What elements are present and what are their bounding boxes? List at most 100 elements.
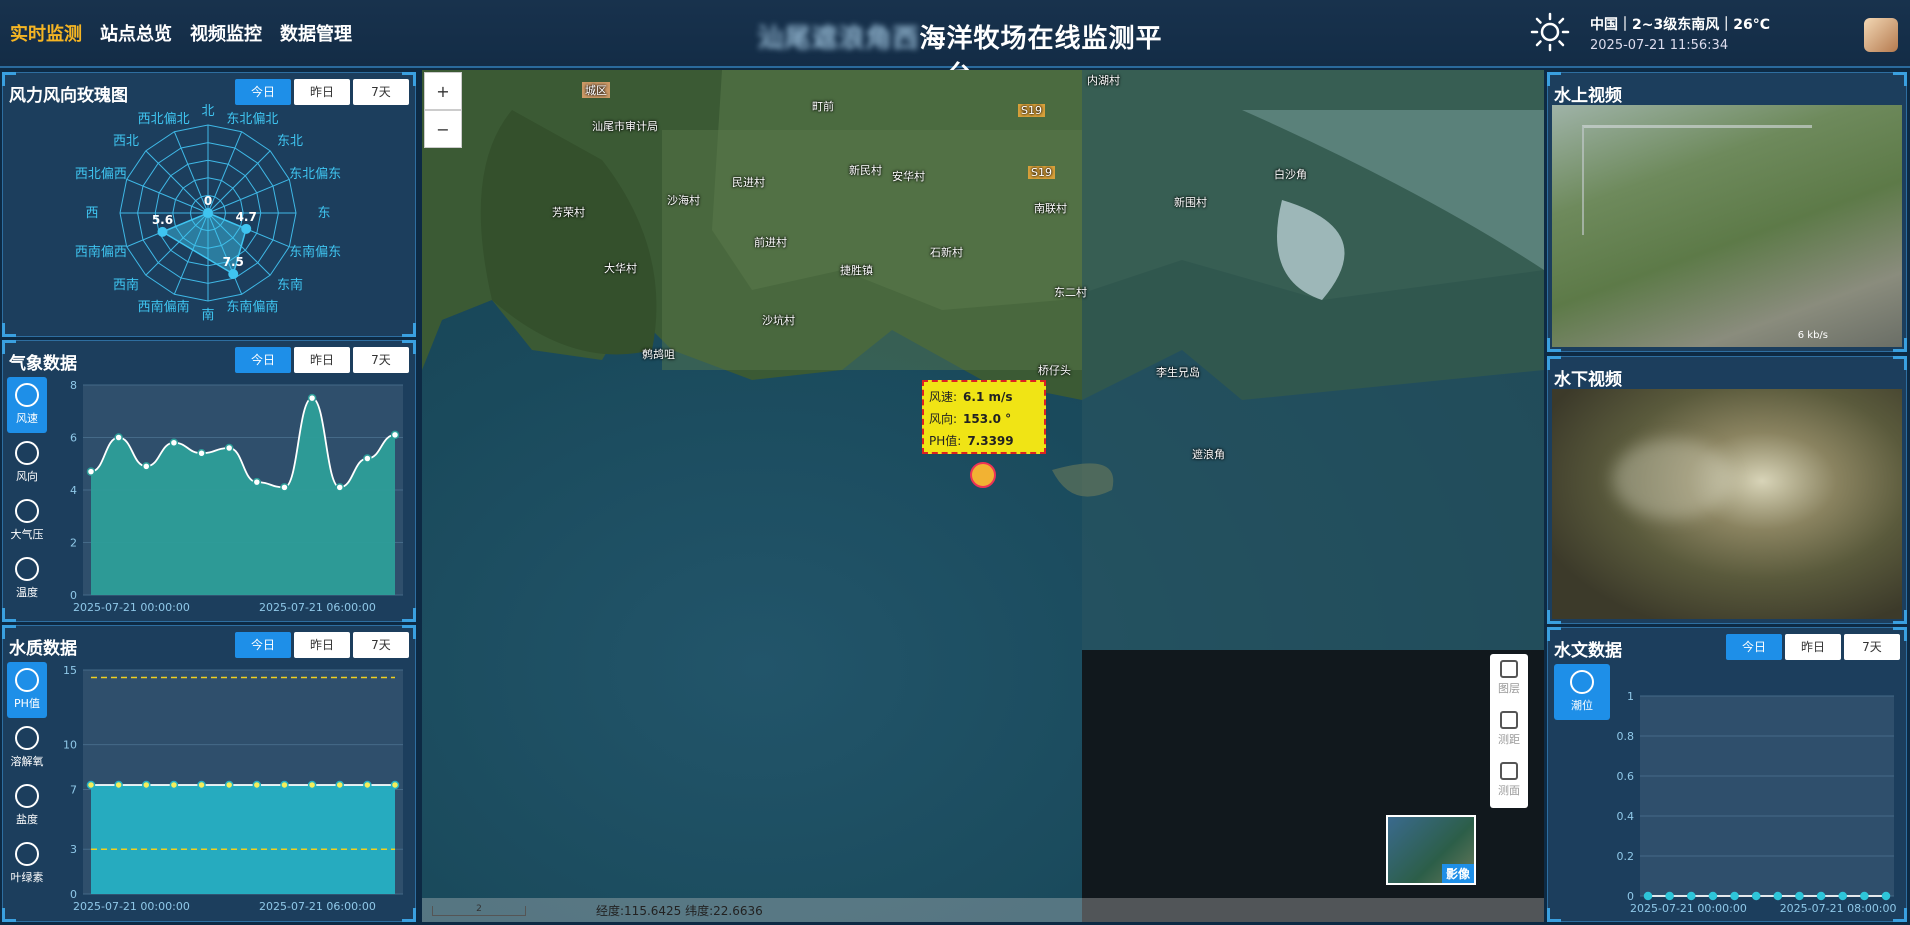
rose-point [241,223,252,234]
tab-7days[interactable]: 7天 [353,632,409,658]
map-label: 白沙角 [1274,168,1307,181]
metric-salinity[interactable]: 盐度 [7,778,47,834]
nav-data-management[interactable]: 数据管理 [280,20,352,46]
data-point [1643,891,1653,901]
tab-yesterday[interactable]: 昨日 [1785,634,1841,660]
y-tick-label: 7 [70,783,77,796]
video-bitrate: 6 kb/s [1797,330,1828,341]
metric-wind-speed[interactable]: 风速 [7,377,47,433]
nav-realtime[interactable]: 实时监测 [10,20,82,46]
rose-direction-label: 东北偏北 [226,112,278,127]
y-tick-label: 15 [63,664,77,677]
data-point [1773,891,1783,901]
y-tick-label: 6 [70,432,77,445]
data-point [390,780,400,790]
water-quality-tabs: 今日 昨日 7天 [235,632,409,658]
top-header: 实时监测 站点总览 视频监控 数据管理 汕尾遮浪角西海洋牧场在线监测平台 中国｜… [0,0,1910,91]
weather-metric-list: 风速 风向 大气压 温度 [7,377,47,609]
y-tick-label: 1 [1627,690,1634,703]
x-tick-label: 2025-07-21 00:00:00 [73,900,190,913]
tab-today[interactable]: 今日 [235,347,291,373]
data-point [252,477,262,487]
tab-7days[interactable]: 7天 [353,79,409,105]
weather-data-panel: 气象数据 今日 昨日 7天 风速 风向 大气压 温度 0 2 4 6 8 2025-07-… [2,340,416,622]
rose-direction-label: 西北偏北 [138,112,190,127]
nav-video-monitor[interactable]: 视频监控 [190,20,262,46]
weather-data-title: 气象数据 [9,354,77,374]
underwater-video[interactable] [1552,389,1902,619]
rose-point [228,268,239,279]
zoom-out-button[interactable]: − [424,110,462,148]
satellite-map[interactable]: 城区 汕尾市审计局 町前 内湖村 芳荣村 沙海村 民进村 新民村 安华村 白沙角… [422,70,1544,922]
metric-tide-level[interactable]: 潮位 [1554,664,1610,720]
data-point [252,780,262,790]
rose-grid-spoke [207,150,271,214]
data-point [1751,891,1761,901]
series-area [91,784,395,894]
hydrology-panel: 水文数据 今日 昨日 7天 潮位 0 0.2 0.4 0.6 0.8 1 2025-07-2… [1547,627,1907,922]
map-label: 芳荣村 [552,206,585,219]
tide-chart: 00.20.40.60.812025-07-21 00:00:00 2025-07… [1617,690,1897,915]
rose-direction-label: 东 [317,206,330,221]
underwater-video-panel: 水下视频 [1547,356,1907,624]
above-water-video[interactable]: 6 kb/s [1552,105,1902,347]
tab-today[interactable]: 今日 [235,632,291,658]
tab-7days[interactable]: 7天 [1844,634,1900,660]
x-tick-label: 2025-07-21 00:00:00 [73,601,190,614]
data-point [1795,891,1804,901]
distance-tool-button[interactable]: 测距 [1490,705,1528,756]
ph-icon [15,668,39,692]
metric-pressure[interactable]: 大气压 [7,493,47,549]
plot-background [1640,696,1894,896]
tab-today[interactable]: 今日 [235,79,291,105]
area-tool-button[interactable]: 测面 [1490,756,1528,807]
metric-temperature[interactable]: 温度 [7,551,47,607]
chlorophyll-icon [15,842,39,866]
metric-ph[interactable]: PH值 [7,662,47,718]
y-tick-label: 0.2 [1617,850,1635,863]
wind-rose-panel: 风力风向玫瑰图 今日 昨日 7天 北东北偏北 东北 东北偏东东东南偏东 东南 东南偏南南… [2,72,416,337]
map-label: 前进村 [754,236,787,249]
rose-grid-spoke [145,150,209,214]
tab-yesterday[interactable]: 昨日 [294,79,350,105]
data-point [114,433,123,442]
metric-wind-direction[interactable]: 风向 [7,435,47,491]
map-label: 遮浪角 [1192,448,1225,461]
above-water-video-title: 水上视频 [1554,86,1622,106]
data-point [307,393,317,403]
tab-today[interactable]: 今日 [1726,634,1782,660]
data-point [169,438,179,447]
data-point [224,443,234,453]
y-tick-label: 0.8 [1617,730,1635,743]
buoy-marker-icon[interactable] [970,462,996,488]
tab-7days[interactable]: 7天 [353,347,409,373]
blur-shape [1612,439,1732,519]
layer-tool-button[interactable]: 图层 [1490,654,1528,705]
tab-yesterday[interactable]: 昨日 [294,632,350,658]
water-quality-panel: 水质数据 今日 昨日 7天 PH值 溶解氧 盐度 叶绿素 0 3 7 10 15 2025… [2,625,416,922]
salinity-icon [15,784,39,808]
data-point [1665,891,1674,901]
tide-icon [1570,670,1594,694]
metric-dissolved-oxygen[interactable]: 溶解氧 [7,720,47,776]
cursor-coordinates: 经度:115.6425 纬度:22.6636 [596,904,763,918]
ruler-icon [1500,711,1518,729]
basemap-switcher[interactable]: 影像 [1386,815,1476,885]
data-point [280,483,289,492]
above-water-video-panel: 水上视频 6 kb/s [1547,72,1907,352]
tab-yesterday[interactable]: 昨日 [294,347,350,373]
map-label: 桥仔头 [1038,364,1071,377]
user-avatar[interactable] [1864,18,1898,52]
map-label: 汕尾市审计局 [592,120,658,133]
rose-direction-label: 西 [85,206,98,221]
metric-chlorophyll[interactable]: 叶绿素 [7,836,47,892]
zoom-in-button[interactable]: + [424,72,462,110]
rose-direction-label: 北 [201,104,214,119]
hydrology-tabs: 今日 昨日 7天 [1726,634,1900,660]
map-label: 民进村 [732,176,765,189]
y-tick-label: 3 [70,843,77,856]
rose-direction-label: 南 [201,307,214,323]
wind-direction-icon [15,441,39,465]
area-icon [1500,762,1518,780]
nav-station-overview[interactable]: 站点总览 [100,20,172,46]
